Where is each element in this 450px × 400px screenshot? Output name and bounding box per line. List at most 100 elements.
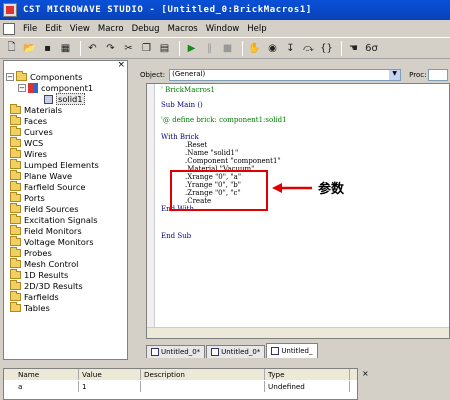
cell-value[interactable]: 1 — [79, 381, 141, 392]
code-line: ' BrickMacros1 — [161, 86, 215, 94]
column-type[interactable]: Type — [265, 369, 350, 380]
tab-untitled-active[interactable]: Untitled_ — [266, 343, 318, 358]
tree-item-label: component1 — [41, 83, 94, 93]
tree-close-button[interactable]: × — [117, 60, 125, 70]
stop-icon[interactable]: ■ — [220, 41, 235, 56]
toolbar-separator — [242, 40, 243, 56]
parameter-highlight-box — [170, 170, 268, 211]
copy-icon[interactable]: ❐ — [139, 41, 154, 56]
collapse-icon[interactable]: − — [18, 84, 26, 92]
tree-item-tables[interactable]: Tables — [10, 302, 50, 313]
navigation-tree: × − Components − component1 solid1 Mater… — [3, 60, 128, 360]
watch-icon[interactable]: ◉ — [265, 41, 280, 56]
cell-description[interactable] — [141, 381, 265, 392]
folder-icon — [10, 302, 21, 312]
folder-icon — [10, 291, 21, 301]
tree-item-solid1[interactable]: solid1 — [44, 93, 85, 105]
parameter-annotation: 参数 — [318, 182, 345, 197]
tree-item-excitation-signals[interactable]: Excitation Signals — [10, 214, 98, 225]
horizontal-scrollbar[interactable] — [147, 327, 449, 338]
tab-untitled-0-a[interactable]: Untitled_0* — [146, 345, 206, 358]
tree-item-2d3d-results[interactable]: 2D/3D Results — [10, 280, 83, 291]
tree-item-curves[interactable]: Curves — [10, 126, 53, 137]
tab-label: Untitled_ — [281, 347, 313, 355]
app-icon[interactable] — [3, 3, 17, 17]
collapse-icon[interactable]: − — [6, 73, 14, 81]
menu-bar: File Edit View Macro Debug Macros Window… — [0, 20, 450, 37]
tree-item-label: Components — [30, 72, 83, 82]
red-arrow-icon — [272, 183, 312, 193]
menu-view[interactable]: View — [66, 24, 94, 34]
tree-item-label: Curves — [24, 127, 53, 137]
tree-item-components[interactable]: − Components — [6, 71, 83, 82]
cut-icon[interactable]: ✂ — [121, 41, 136, 56]
folder-icon — [10, 115, 21, 125]
folder-icon — [10, 280, 21, 290]
tree-item-field-sources[interactable]: Field Sources — [10, 203, 79, 214]
pause-icon[interactable]: ‖ — [202, 41, 217, 56]
tree-item-faces[interactable]: Faces — [10, 115, 47, 126]
menu-file[interactable]: File — [19, 24, 41, 34]
editor-header: Object: (General) ▼ Proc: — [140, 67, 450, 82]
hand-icon[interactable]: ✋ — [247, 41, 262, 56]
step-out-icon[interactable]: {} — [319, 41, 334, 56]
menu-debug[interactable]: Debug — [128, 24, 164, 34]
cell-name[interactable]: a — [4, 381, 79, 392]
tree-item-farfields[interactable]: Farfields — [10, 291, 59, 302]
menu-help[interactable]: Help — [243, 24, 270, 34]
menu-macros[interactable]: Macros — [164, 24, 202, 34]
table-header: Name Value Description Type — [4, 369, 357, 380]
menu-edit[interactable]: Edit — [41, 24, 65, 34]
tree-item-probes[interactable]: Probes — [10, 247, 52, 258]
column-value[interactable]: Value — [79, 369, 141, 380]
code-line: .Reset — [185, 141, 208, 149]
tree-item-mesh-control[interactable]: Mesh Control — [10, 258, 78, 269]
close-icon[interactable]: × — [362, 369, 369, 378]
document-icon — [211, 348, 220, 356]
variables-icon[interactable]: 6σ — [364, 41, 379, 56]
tree-item-plane-wave[interactable]: Plane Wave — [10, 170, 73, 181]
folder-icon — [10, 269, 21, 279]
code-line: Sub Main () — [161, 101, 203, 109]
chevron-down-icon[interactable]: ▼ — [389, 69, 401, 80]
step-over-icon[interactable]: ⤼ — [301, 41, 316, 56]
column-name[interactable]: Name — [4, 369, 79, 380]
menu-macro[interactable]: Macro — [94, 24, 128, 34]
menu-window[interactable]: Window — [202, 24, 244, 34]
tree-item-voltage-monitors[interactable]: Voltage Monitors — [10, 236, 94, 247]
tree-item-farfield-source[interactable]: Farfield Source — [10, 181, 86, 192]
open-icon[interactable]: 📂 — [22, 41, 37, 56]
folder-icon — [16, 71, 27, 81]
tree-item-label: Plane Wave — [24, 171, 73, 181]
step-icon[interactable]: ↧ — [283, 41, 298, 56]
tab-untitled-0-b[interactable]: Untitled_0* — [206, 345, 266, 358]
print-icon[interactable]: ▦ — [58, 41, 73, 56]
run-icon[interactable]: ▶ — [184, 41, 199, 56]
object-select[interactable]: (General) ▼ — [169, 68, 402, 81]
save-icon[interactable]: ▪ — [40, 41, 55, 56]
tree-item-lumped-elements[interactable]: Lumped Elements — [10, 159, 99, 170]
undo-icon[interactable]: ↶ — [85, 41, 100, 56]
column-description[interactable]: Description — [141, 369, 265, 380]
table-row[interactable]: a 1 Undefined — [4, 381, 357, 392]
new-icon[interactable]: 🗋 — [4, 41, 19, 56]
redo-icon[interactable]: ↷ — [103, 41, 118, 56]
tree-item-component1[interactable]: − component1 — [18, 83, 93, 93]
tree-item-field-monitors[interactable]: Field Monitors — [10, 225, 82, 236]
paste-icon[interactable]: ▤ — [157, 41, 172, 56]
code-line: .Component "component1" — [185, 157, 281, 165]
breakpoint-icon[interactable]: ☚ — [346, 41, 361, 56]
tree-item-label: Farfields — [24, 292, 59, 302]
proc-select[interactable] — [428, 68, 449, 81]
tree-item-wcs[interactable]: WCS — [10, 137, 43, 148]
tree-item-1d-results[interactable]: 1D Results — [10, 269, 68, 280]
document-icon[interactable] — [3, 22, 15, 35]
tab-label: Untitled_0* — [161, 348, 201, 356]
tree-item-materials[interactable]: Materials — [10, 104, 62, 115]
code-editor[interactable]: ' BrickMacros1 Sub Main () '@ define bri… — [146, 83, 450, 339]
tree-item-ports[interactable]: Ports — [10, 192, 45, 203]
folder-icon — [10, 225, 21, 235]
tree-item-wires[interactable]: Wires — [10, 148, 47, 159]
folder-icon — [10, 181, 21, 191]
cell-type[interactable]: Undefined — [265, 381, 350, 392]
